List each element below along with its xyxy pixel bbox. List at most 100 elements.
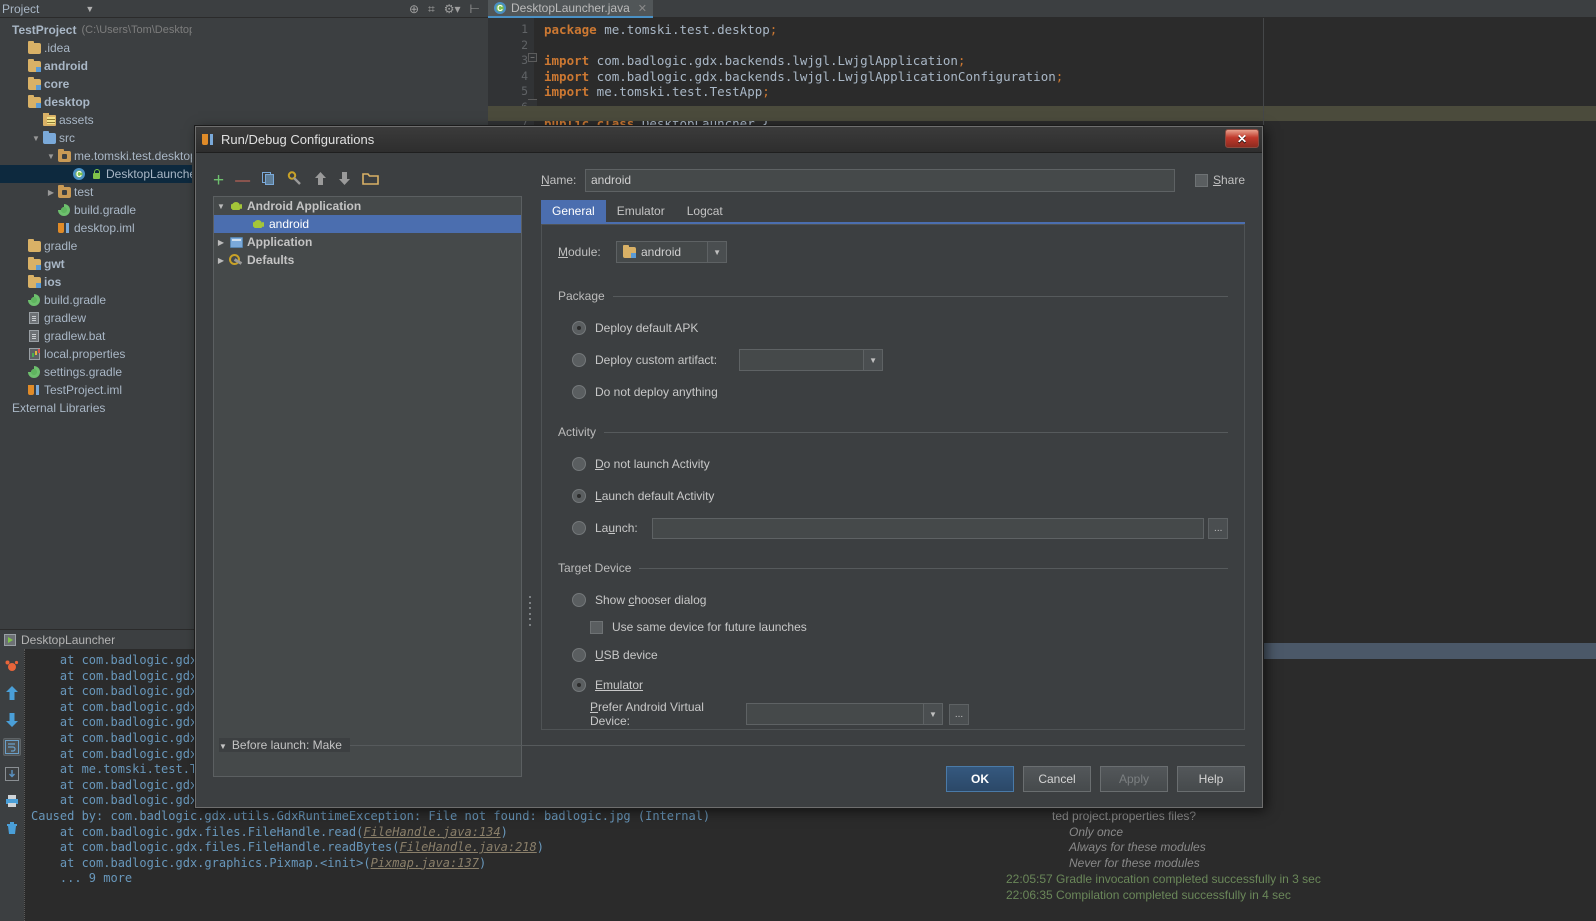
tree-row[interactable]: gwt (0, 255, 192, 273)
tree-row[interactable]: android (0, 57, 192, 75)
chevron-down-icon[interactable]: ▼ (219, 742, 227, 751)
tree-row[interactable]: DesktopLauncher (0, 165, 192, 183)
locate-icon[interactable]: ⊕ (409, 3, 419, 15)
tree-expander[interactable]: ▶ (45, 188, 57, 197)
tree-row[interactable]: ▼ me.tomski.test.desktop (0, 147, 192, 165)
dialog-splitter-handle[interactable] (529, 596, 535, 626)
trash-icon[interactable] (3, 819, 21, 837)
radio-icon[interactable] (572, 648, 586, 662)
chevron-down-icon[interactable]: ▼ (923, 704, 942, 724)
project-panel-header[interactable]: Project ▼ (0, 0, 370, 18)
configurations-tree[interactable]: ▼ Android Application android ▶ Application ▶… (213, 196, 522, 777)
radio-deploy-default-apk[interactable]: Deploy default APK (572, 317, 1228, 339)
dialog-titlebar[interactable]: Run/Debug Configurations ✕ (196, 127, 1262, 153)
chevron-down-icon[interactable]: ▼ (863, 350, 883, 370)
share-checkbox-group[interactable]: Share (1194, 173, 1245, 187)
print-icon[interactable] (3, 792, 21, 810)
radio-deploy-custom-artifact[interactable]: Deploy custom artifact: ▼ (572, 349, 1228, 371)
radio-icon[interactable] (572, 457, 586, 471)
radio-emulator[interactable]: Emulator (572, 674, 1228, 696)
project-tree[interactable]: TestProject (C:\Users\Tom\Desktop\TestPr… (0, 18, 192, 629)
copy-icon[interactable] (261, 171, 276, 190)
radio-launch-default-activity[interactable]: Launch default Activity (572, 485, 1228, 507)
tree-row[interactable]: TestProject.iml (0, 381, 192, 399)
stacktrace-link[interactable]: FileHandle.java:134 (363, 825, 500, 839)
add-icon[interactable]: + (213, 171, 224, 190)
avd-browse-button[interactable]: ... (949, 703, 969, 725)
radio-do-not-deploy[interactable]: Do not deploy anything (572, 381, 1228, 403)
config-tree-row[interactable]: ▶ Defaults (214, 251, 521, 269)
run-debug-configurations-dialog[interactable]: Run/Debug Configurations ✕ + — ▼ Android… (195, 126, 1263, 808)
tree-row[interactable]: ▶ test (0, 183, 192, 201)
launch-browse-button[interactable]: ... (1208, 517, 1229, 539)
radio-do-not-launch-activity[interactable]: Do not launch Activity (572, 453, 1228, 475)
settings-icon[interactable]: ⚙▾ (444, 3, 461, 15)
config-tabs[interactable]: General Emulator Logcat (541, 200, 734, 222)
tree-row[interactable]: desktop.iml (0, 219, 192, 237)
radio-icon[interactable] (572, 385, 586, 399)
radio-show-chooser-dialog[interactable]: Show chooser dialog (572, 589, 1228, 611)
tree-row[interactable]: local.properties (0, 345, 192, 363)
stacktrace-link[interactable]: Pixmap.java:137 (371, 856, 479, 870)
radio-icon[interactable] (572, 678, 586, 692)
name-input[interactable] (585, 168, 1175, 192)
close-icon[interactable]: ✕ (638, 2, 647, 15)
tree-row[interactable]: build.gradle (0, 201, 192, 219)
chevron-down-icon[interactable]: ▼ (85, 4, 94, 14)
up-stack-icon[interactable] (3, 684, 21, 702)
tab-general[interactable]: General (541, 200, 606, 222)
tree-row[interactable]: ▼ src (0, 129, 192, 147)
radio-icon[interactable] (572, 521, 586, 535)
export-icon[interactable] (3, 765, 21, 783)
share-checkbox[interactable] (1194, 173, 1208, 187)
tree-row[interactable]: .idea (0, 39, 192, 57)
radio-usb-device[interactable]: USB device (572, 644, 1228, 666)
radio-icon[interactable] (572, 321, 586, 335)
tree-expander[interactable]: ▼ (30, 134, 42, 143)
tree-expander[interactable]: ▶ (214, 238, 228, 247)
ok-button[interactable]: OK (946, 766, 1014, 792)
config-tree-row[interactable]: android (214, 215, 521, 233)
move-up-icon[interactable] (314, 171, 327, 190)
tree-row[interactable]: External Libraries (0, 399, 192, 417)
edit-defaults-icon[interactable] (287, 170, 303, 190)
radio-icon[interactable] (572, 593, 586, 607)
tree-row[interactable]: settings.gradle (0, 363, 192, 381)
collapse-all-icon[interactable]: ⌗ (428, 3, 435, 15)
hide-icon[interactable]: ⊢ (470, 3, 480, 15)
module-combobox[interactable]: android ▼ (616, 241, 728, 263)
tab-emulator[interactable]: Emulator (606, 200, 676, 222)
editor-tab-desktoplauncher[interactable]: DesktopLauncher.java ✕ (488, 0, 653, 18)
tree-expander[interactable]: ▶ (214, 256, 228, 265)
down-stack-icon[interactable] (3, 711, 21, 729)
soft-wrap-icon[interactable] (3, 738, 21, 756)
checkbox-icon[interactable] (590, 620, 603, 634)
custom-artifact-combobox[interactable]: ▼ (739, 349, 884, 371)
close-icon[interactable]: ✕ (1225, 129, 1259, 148)
avd-combobox[interactable]: ▼ (746, 703, 943, 725)
radio-icon[interactable] (572, 489, 586, 503)
tree-row[interactable]: gradle (0, 237, 192, 255)
folder-icon[interactable] (362, 171, 379, 189)
tab-logcat[interactable]: Logcat (676, 200, 734, 222)
tree-row[interactable]: gradlew (0, 309, 192, 327)
tree-row[interactable]: core (0, 75, 192, 93)
remove-icon[interactable]: — (235, 173, 250, 188)
rerun-icon[interactable] (3, 657, 21, 675)
tree-row[interactable]: build.gradle (0, 291, 192, 309)
tree-row[interactable]: assets (0, 111, 192, 129)
tree-row[interactable]: gradlew.bat (0, 327, 192, 345)
cancel-button[interactable]: Cancel (1023, 766, 1091, 792)
before-launch-section[interactable]: ▼ Before launch: Make (219, 738, 1245, 752)
radio-launch-specific[interactable]: Launch: ... (572, 517, 1229, 539)
chevron-down-icon[interactable]: ▼ (707, 242, 727, 262)
tree-expander[interactable]: ▼ (214, 202, 228, 211)
tree-row-root[interactable]: TestProject (C:\Users\Tom\Desktop\TestPr… (0, 21, 192, 39)
config-tree-row[interactable]: ▼ Android Application (214, 197, 521, 215)
launch-activity-input[interactable] (651, 517, 1205, 539)
tree-row[interactable]: desktop (0, 93, 192, 111)
help-button[interactable]: Help (1177, 766, 1245, 792)
console-header[interactable]: DesktopLauncher (0, 629, 195, 649)
stacktrace-link[interactable]: FileHandle.java:218 (399, 840, 536, 854)
apply-button[interactable]: Apply (1100, 766, 1168, 792)
